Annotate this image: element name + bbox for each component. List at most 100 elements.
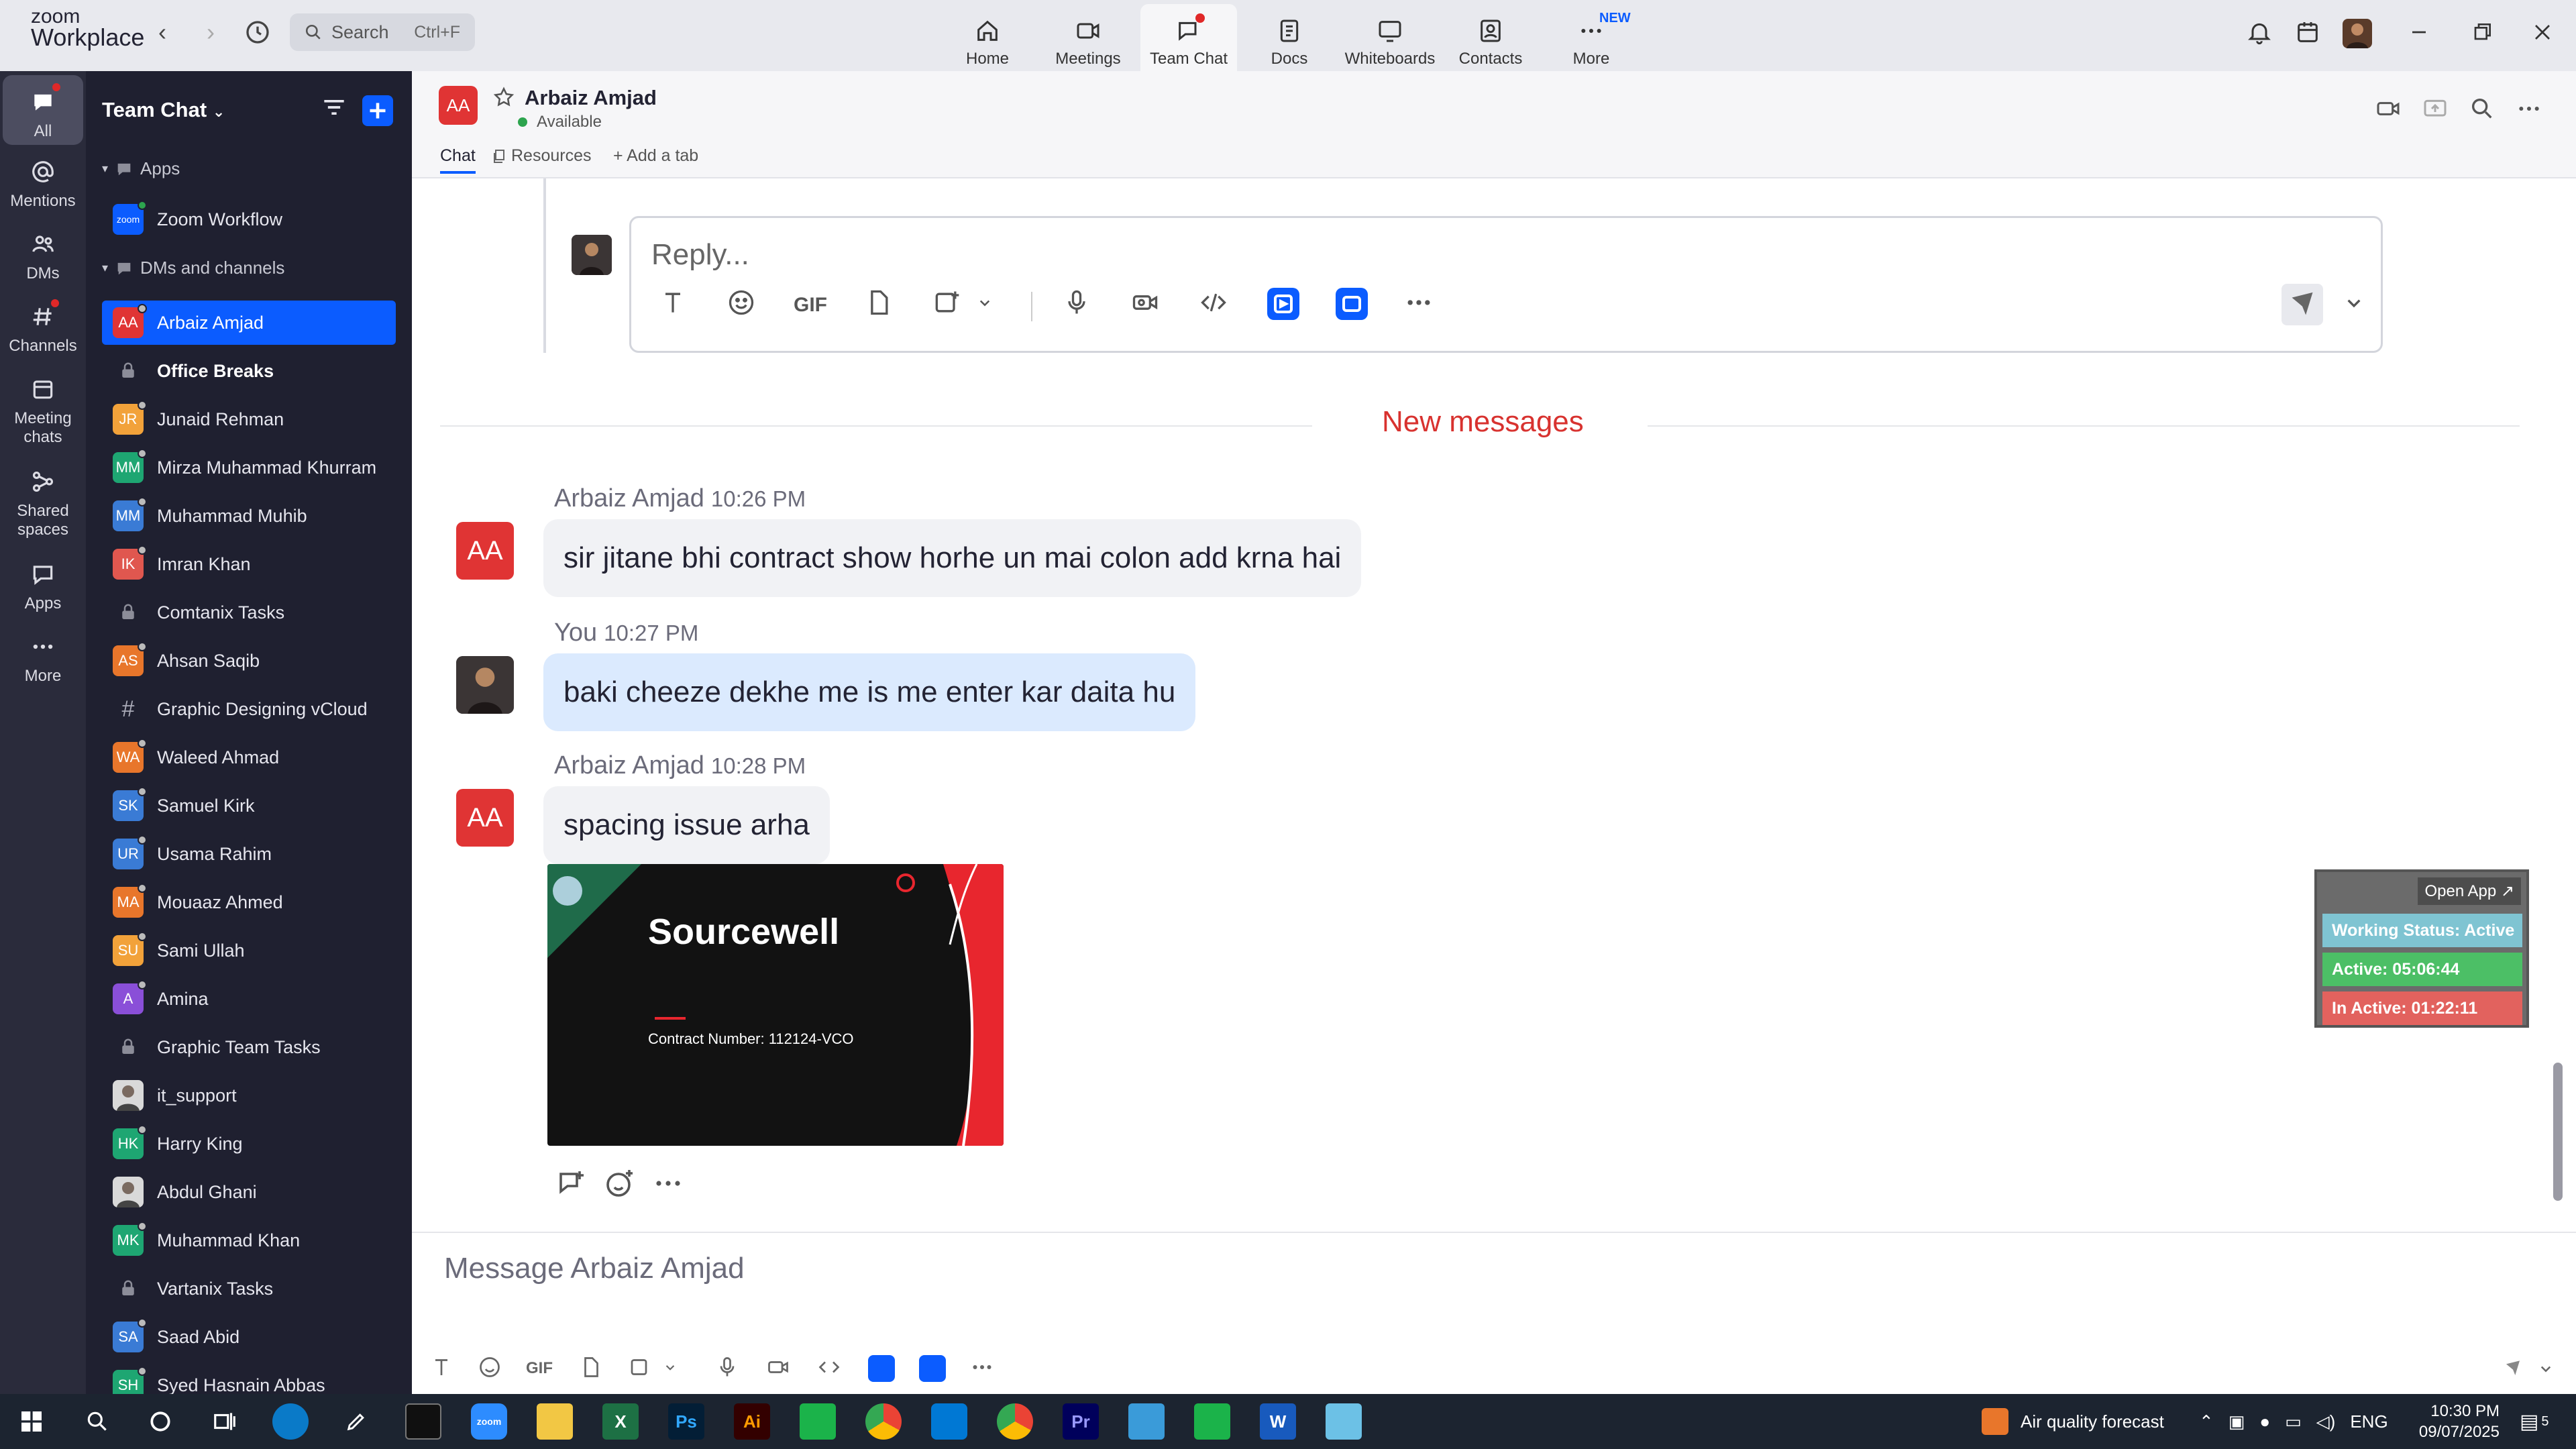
code-snippet-icon[interactable] — [1199, 288, 1234, 323]
chevron-up-icon[interactable]: ⌃ — [2199, 1411, 2214, 1432]
sidebar-item[interactable]: MK Muhammad Khan — [102, 1218, 396, 1263]
sidebar-item[interactable]: UR Usama Rahim — [102, 832, 396, 876]
cortana-icon[interactable] — [142, 1403, 178, 1440]
rail-shared-spaces[interactable]: Shared spaces — [3, 467, 83, 539]
rail-more[interactable]: More — [3, 632, 83, 686]
sidebar-item[interactable]: MM Mirza Muhammad Khurram — [102, 445, 396, 490]
sidebar-item[interactable]: SK Samuel Kirk — [102, 784, 396, 828]
file-icon[interactable] — [863, 288, 898, 323]
message-scrollbar[interactable] — [2548, 181, 2567, 1214]
back-arrow-icon[interactable]: ‹ — [149, 19, 176, 46]
image-attachment[interactable]: Sourcewell Contract Number: 112124-VCO — [547, 864, 1004, 1146]
zoom-taskbar-icon[interactable]: zoom — [471, 1403, 507, 1440]
more-options-icon[interactable] — [2516, 95, 2545, 125]
language-indicator[interactable]: ENG — [2350, 1411, 2387, 1432]
premiere-icon[interactable]: Pr — [1063, 1403, 1099, 1440]
sidebar-item[interactable]: Office Breaks — [102, 349, 396, 393]
tab-resources[interactable]: Resources — [491, 146, 592, 166]
sidebar-item[interactable]: MA Mouaaz Ahmed — [102, 880, 396, 924]
screenshot-icon[interactable] — [932, 288, 967, 323]
sidebar-item[interactable]: WA Waleed Ahmad — [102, 735, 396, 780]
tray-icons[interactable]: ⌃ ▣ ● ▭ ◁) ENG — [2199, 1394, 2388, 1449]
chevron-down-icon[interactable] — [661, 1355, 680, 1382]
sidebar-item[interactable]: Comtanix Tasks — [102, 590, 396, 635]
file-explorer-icon[interactable] — [537, 1403, 573, 1440]
add-tab-button[interactable]: + Add a tab — [613, 146, 698, 166]
mic-tray-icon[interactable]: ● — [2259, 1411, 2270, 1432]
filter-icon[interactable] — [319, 93, 354, 127]
minimize-icon[interactable] — [2406, 19, 2435, 48]
network-icon[interactable]: ▭ — [2285, 1411, 2302, 1432]
sidebar-item[interactable]: SH Syed Hasnain Abbas — [102, 1363, 396, 1394]
sender-avatar[interactable]: AA — [456, 522, 514, 580]
microphone-icon[interactable] — [1062, 288, 1097, 323]
terminal-icon[interactable] — [405, 1403, 441, 1440]
rail-apps[interactable]: Apps — [3, 559, 83, 613]
send-icon[interactable] — [2282, 284, 2323, 325]
send-options-chevron-icon[interactable] — [2536, 1355, 2563, 1382]
app-green-icon[interactable] — [800, 1403, 836, 1440]
illustrator-icon[interactable]: Ai — [734, 1403, 770, 1440]
tab-contacts[interactable]: Contacts — [1442, 4, 1539, 68]
sender-avatar[interactable]: AA — [456, 789, 514, 847]
chevron-down-icon[interactable] — [975, 288, 999, 323]
chrome-profile-icon[interactable] — [997, 1403, 1033, 1440]
tab-team-chat[interactable]: Team Chat — [1140, 4, 1237, 71]
message-bubble[interactable]: baki cheeze dekhe me is me enter kar dai… — [543, 653, 1196, 731]
task-view-icon[interactable] — [207, 1403, 243, 1440]
code-snippet-icon[interactable] — [817, 1355, 844, 1382]
bell-icon[interactable] — [2246, 19, 2275, 48]
scrollbar-thumb[interactable] — [2553, 1063, 2563, 1201]
add-reaction-icon[interactable] — [604, 1167, 639, 1202]
sidebar-item[interactable]: MM Muhammad Muhib — [102, 494, 396, 538]
vscode-icon[interactable] — [931, 1403, 967, 1440]
sidebar-item[interactable]: JR Junaid Rehman — [102, 397, 396, 441]
microphone-icon[interactable] — [715, 1355, 742, 1382]
text-format-icon[interactable] — [429, 1355, 456, 1382]
edge-icon[interactable] — [272, 1403, 309, 1440]
my-avatar[interactable] — [456, 656, 514, 714]
sidebar-item[interactable]: AS Ahsan Saqib — [102, 639, 396, 683]
search-chat-icon[interactable] — [2469, 95, 2498, 125]
excel-icon[interactable]: X — [602, 1403, 639, 1440]
section-dms[interactable]: ▾ DMs and channels — [102, 258, 284, 278]
more-tools-icon[interactable] — [1404, 288, 1439, 323]
app-item-zoom-workflow[interactable]: zoom Zoom Workflow — [102, 197, 396, 241]
file-icon[interactable] — [578, 1355, 605, 1382]
volume-icon[interactable]: ◁) — [2316, 1411, 2336, 1432]
contact-avatar[interactable]: AA — [439, 86, 478, 125]
app-green-2-icon[interactable] — [1194, 1403, 1230, 1440]
tab-chat[interactable]: Chat — [440, 146, 476, 174]
star-icon[interactable] — [492, 86, 517, 110]
pen-icon[interactable] — [338, 1403, 374, 1440]
tab-more[interactable]: More NEW — [1543, 4, 1640, 68]
app-blue-icon[interactable] — [1128, 1403, 1165, 1440]
sidebar-title[interactable]: Team Chat ⌄ — [102, 98, 225, 122]
photoshop-icon[interactable]: Ps — [668, 1403, 704, 1440]
app-shortcut-icon[interactable] — [868, 1355, 895, 1382]
app-shortcut-icon[interactable] — [1267, 288, 1299, 320]
tab-home[interactable]: Home — [939, 4, 1036, 68]
forward-arrow-icon[interactable]: › — [197, 19, 224, 46]
weather-widget[interactable]: Air quality forecast — [1982, 1394, 2164, 1449]
profile-avatar[interactable] — [2343, 19, 2372, 48]
emoji-icon[interactable] — [727, 288, 761, 323]
text-format-icon[interactable] — [658, 288, 693, 323]
send-icon[interactable] — [2500, 1355, 2526, 1382]
new-chat-button[interactable] — [362, 95, 393, 126]
rail-channels[interactable]: Channels — [3, 299, 83, 356]
windows-start-icon[interactable] — [13, 1403, 50, 1440]
sidebar-item[interactable]: HK Harry King — [102, 1122, 396, 1166]
sidebar-item[interactable]: A Amina — [102, 977, 396, 1021]
app-shortcut-2-icon[interactable] — [1336, 288, 1368, 320]
history-icon[interactable] — [244, 19, 271, 46]
screenshot-icon[interactable] — [628, 1355, 655, 1382]
sidebar-item[interactable]: Abdul Ghani — [102, 1170, 396, 1214]
tab-whiteboards[interactable]: Whiteboards — [1342, 4, 1438, 68]
share-screen-icon[interactable] — [2422, 95, 2451, 125]
app-shortcut-2-icon[interactable] — [919, 1355, 946, 1382]
sidebar-item[interactable]: Vartanix Tasks — [102, 1267, 396, 1311]
video-message-icon[interactable] — [766, 1355, 793, 1382]
search-taskbar-icon[interactable] — [79, 1403, 115, 1440]
video-message-icon[interactable] — [1130, 288, 1165, 323]
